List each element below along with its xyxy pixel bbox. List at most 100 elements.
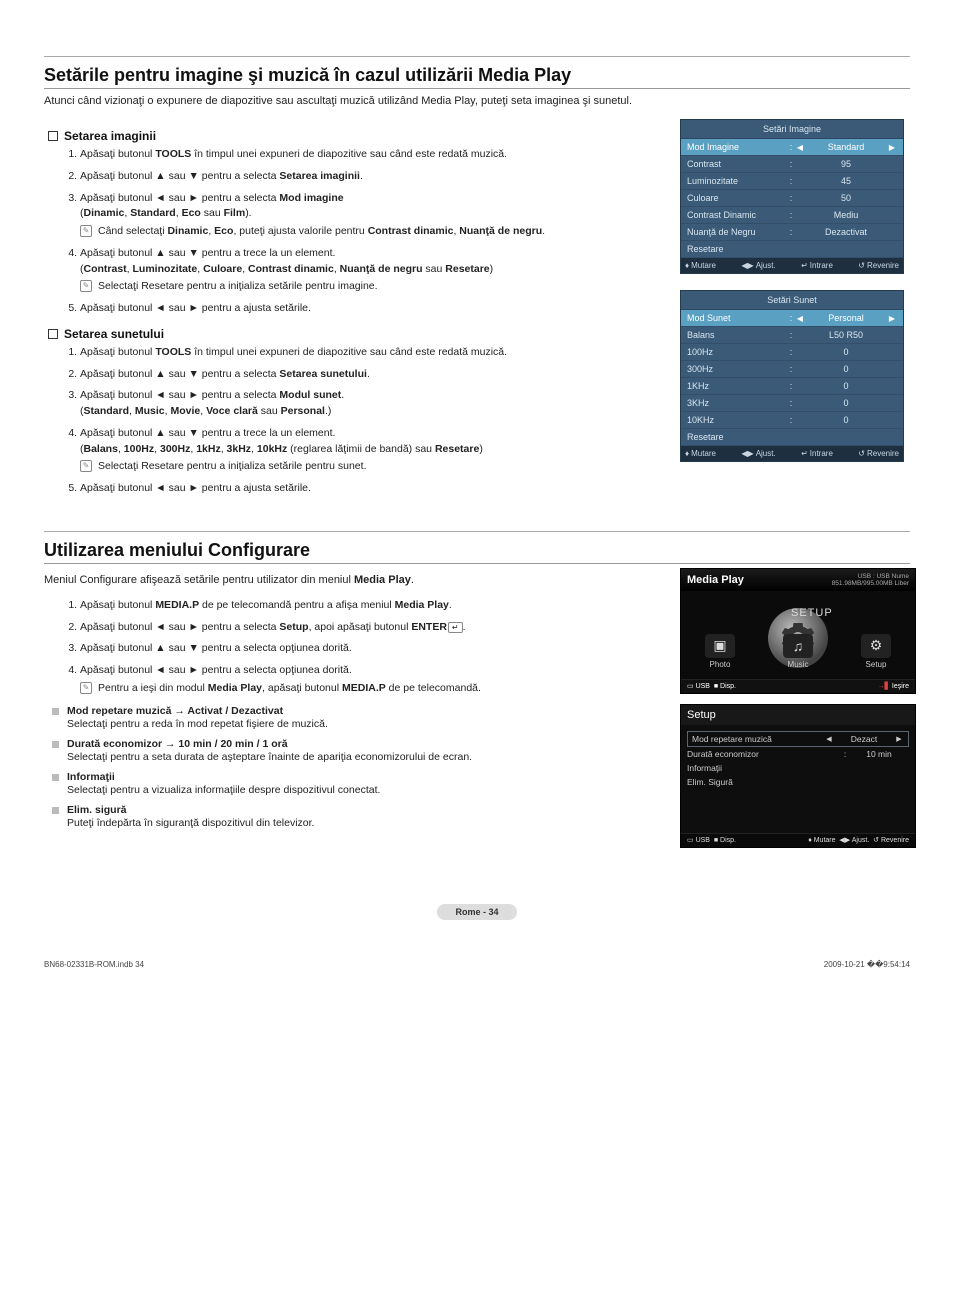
- check-icon: [48, 131, 58, 141]
- osd-row: 3KHz:0: [681, 395, 903, 412]
- mp-usb-info: USB : USB Nume851.98MB/995.00MB Liber: [832, 573, 909, 587]
- step: Apăsaţi butonul ◄ sau ► pentru a selecta…: [80, 663, 664, 697]
- leftright-icon: ◀▶: [839, 837, 850, 844]
- mp-footer: ▭ USB ■ Disp. →▋ Ieşire: [681, 679, 915, 693]
- osd-row-label: Culoare: [687, 193, 787, 203]
- osd-row: Contrast:95: [681, 156, 903, 173]
- setup-row-value: Dezact: [834, 734, 894, 744]
- square-icon: [52, 708, 59, 715]
- note: ✎ Când selectaţi Dinamic, Eco, puteţi aj…: [80, 224, 664, 240]
- usb-icon: ▭: [687, 837, 694, 844]
- setup-row: Informaţii: [687, 761, 909, 775]
- left-arrow-icon: ◀: [795, 314, 805, 323]
- doc-footer: BN68-02331B-ROM.indb 34 2009-10-21 ��9:5…: [44, 960, 910, 969]
- step: Apăsaţi butonul ◄ sau ► pentru a ajusta …: [80, 301, 664, 317]
- bullet-item: InformaţiiSelectaţi pentru a vizualiza i…: [52, 771, 664, 796]
- setup-footer: ▭ USB ■ Disp. ♦ Mutare ◀▶ Ajust. ↺ Reven…: [681, 833, 915, 847]
- subhead-image: Setarea imaginii: [48, 129, 664, 143]
- osd-row-value: 0: [805, 381, 887, 391]
- note: ✎Selectaţi Resetare pentru a iniţializa …: [80, 459, 664, 475]
- step: Apăsaţi butonul ▲ sau ▼ pentru a selecta…: [80, 169, 664, 185]
- bullet-desc: Selectaţi pentru a seta durata de aştept…: [67, 751, 664, 763]
- osd-row-value: 0: [805, 398, 887, 408]
- osd-row: Luminozitate:45: [681, 173, 903, 190]
- note: ✎ Pentru a ieşi din modul Media Play, ap…: [80, 681, 664, 697]
- osd-row: Resetare: [681, 241, 903, 258]
- setup-title: Setup: [681, 705, 915, 725]
- step: Apăsaţi butonul ▲ sau ▼ pentru a selecta…: [80, 367, 664, 383]
- osd-row: Nuanţă de Negru:Dezactivat: [681, 224, 903, 241]
- sound-steps: Apăsaţi butonul TOOLS în timpul unei exp…: [44, 345, 664, 497]
- usb-icon: ▭: [687, 683, 694, 690]
- updown-icon: ♦: [685, 261, 689, 270]
- step: Apăsaţi butonul ◄ sau ► pentru a selecta…: [80, 388, 664, 420]
- note-icon: ✎: [80, 682, 92, 694]
- note: ✎Selectaţi Resetare pentru a iniţializa …: [80, 279, 664, 295]
- square-icon: [52, 741, 59, 748]
- osd-row-label: 1KHz: [687, 381, 787, 391]
- right-arrow-icon: ▶: [894, 735, 904, 743]
- updown-icon: ♦: [685, 449, 689, 458]
- step: Apăsaţi butonul ◄ sau ► pentru a ajusta …: [80, 481, 664, 497]
- bullet-title: Informaţii: [67, 771, 115, 783]
- note-icon: ✎: [80, 460, 92, 472]
- note-icon: ✎: [80, 225, 92, 237]
- media-play-screen: Media Play USB : USB Nume851.98MB/995.00…: [680, 568, 916, 694]
- setup-row-label: Elim. Sigură: [687, 777, 909, 787]
- osd-row-label: Mod Sunet: [687, 313, 787, 323]
- setup-row: Mod repetare muzică◀Dezact▶: [687, 731, 909, 747]
- right-arrow-icon: ▶: [887, 143, 897, 152]
- bullet-title: Mod repetare muzică → Activat / Dezactiv…: [67, 705, 283, 717]
- osd-row-label: Nuanţă de Negru: [687, 227, 787, 237]
- osd-row: 1KHz:0: [681, 378, 903, 395]
- osd-title: Setări Sunet: [681, 291, 903, 310]
- mp-title: Media Play: [687, 574, 744, 586]
- osd-row: Balans:L50 R50: [681, 327, 903, 344]
- mp-item-photo: ▣Photo: [705, 634, 735, 669]
- leftright-icon: ◀▶: [741, 261, 753, 270]
- page-tag: Rome - 34: [44, 904, 910, 920]
- osd-sound-panel: Setări Sunet Mod Sunet:◀Personal▶Balans:…: [680, 290, 904, 462]
- section1-title: Setările pentru imagine şi muzică în caz…: [44, 65, 910, 89]
- bullet-desc: Selectaţi pentru a reda în mod repetat f…: [67, 718, 664, 730]
- bullet-item: Mod repetare muzică → Activat / Dezactiv…: [52, 705, 664, 730]
- osd-row-value: 0: [805, 347, 887, 357]
- osd-row-label: Contrast: [687, 159, 787, 169]
- osd-row-value: 0: [805, 415, 887, 425]
- osd-row-label: Contrast Dinamic: [687, 210, 787, 220]
- osd-row-label: Luminozitate: [687, 176, 787, 186]
- osd-row: Culoare:50: [681, 190, 903, 207]
- config-steps: Apăsaţi butonul MEDIA.P de pe telecomand…: [44, 598, 664, 697]
- section2-intro: Meniul Configurare afişează setările pen…: [44, 574, 664, 586]
- mp-item-music: ♫Music: [783, 634, 813, 669]
- osd-row-value: 50: [805, 193, 887, 203]
- mp-setup-label: SETUP: [791, 607, 833, 619]
- mp-item-setup: ⚙Setup: [861, 634, 891, 669]
- osd-row: Mod Sunet:◀Personal▶: [681, 310, 903, 327]
- note-icon: ✎: [80, 280, 92, 292]
- osd-row-value: Personal: [805, 313, 887, 323]
- step: Apăsaţi butonul ◄ sau ► pentru a selecta…: [80, 191, 664, 240]
- setup-screen: Setup Mod repetare muzică◀Dezact▶Durată …: [680, 704, 916, 848]
- bullet-desc: Selectaţi pentru a vizualiza informaţiil…: [67, 784, 664, 796]
- setup-row: Elim. Sigură: [687, 775, 909, 789]
- step: Apăsaţi butonul ◄ sau ► pentru a selecta…: [80, 620, 664, 636]
- osd-row: 100Hz:0: [681, 344, 903, 361]
- return-icon: ↺: [858, 449, 865, 458]
- setup-row: Durată economizor:10 min: [687, 747, 909, 761]
- osd-nav: ♦Mutare ◀▶Ajust. ↵Intrare ↺Revenire: [681, 258, 903, 273]
- osd-row-value: 45: [805, 176, 887, 186]
- bullet-item: Elim. sigurăPuteţi îndepărta în siguranţ…: [52, 804, 664, 829]
- osd-row-label: Resetare: [687, 432, 787, 442]
- step: Apăsaţi butonul TOOLS în timpul unei exp…: [80, 147, 664, 163]
- osd-row: Resetare: [681, 429, 903, 446]
- osd-row: 10KHz:0: [681, 412, 903, 429]
- osd-row-label: Balans: [687, 330, 787, 340]
- osd-row-value: 0: [805, 364, 887, 374]
- osd-row-value: L50 R50: [805, 330, 887, 340]
- return-icon: ↺: [858, 261, 865, 270]
- osd-row-label: 3KHz: [687, 398, 787, 408]
- setup-row-label: Informaţii: [687, 763, 909, 773]
- setup-row-label: Durată economizor: [687, 749, 841, 759]
- subhead-sound: Setarea sunetului: [48, 327, 664, 341]
